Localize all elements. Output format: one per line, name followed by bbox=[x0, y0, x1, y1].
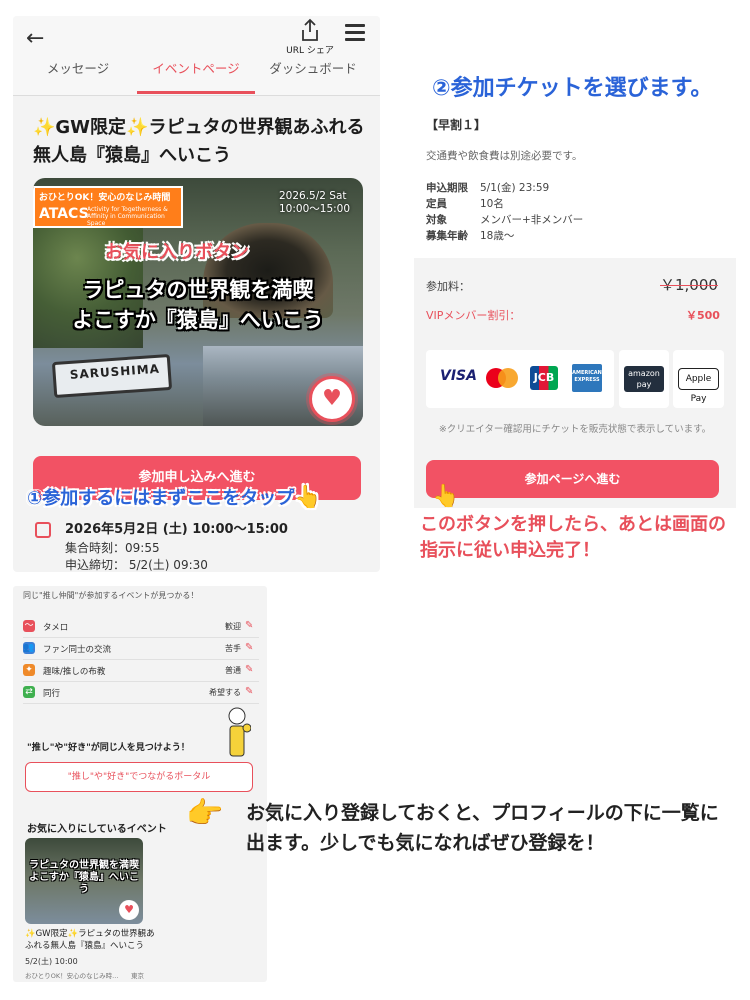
preference-value: 普通 bbox=[225, 666, 241, 675]
amazon-pay-label: amazon pay bbox=[624, 366, 664, 392]
ticket-note: 交通費や飲食費は別途必要です。 bbox=[426, 150, 583, 162]
fee-price: ￥1,000 bbox=[660, 276, 718, 294]
tap-hand-icon: 👆 bbox=[294, 485, 322, 510]
detail-value: 10名 bbox=[480, 198, 504, 210]
url-share-button[interactable]: URL シェア bbox=[283, 18, 337, 56]
proceed-to-event-button[interactable]: 参加ページへ進む bbox=[426, 460, 719, 498]
tab-dashboard[interactable]: ダッシュボード bbox=[253, 60, 373, 94]
sarushima-sign: SARUSHIMA bbox=[51, 353, 173, 399]
heart-icon[interactable]: ♥ bbox=[309, 376, 355, 422]
badge-tagline: おひとりOK！安心のなじみ時間 bbox=[39, 193, 171, 203]
vip-discount-label: VIPメンバー割引： bbox=[426, 309, 521, 322]
tab-message[interactable]: メッセージ bbox=[23, 60, 133, 94]
preference-row: 〜 タメロ 歓迎 ✎ bbox=[23, 616, 259, 638]
detail-label: 募集年齢 bbox=[426, 230, 468, 242]
megaphone-icon: ✦ bbox=[23, 664, 35, 676]
share-label: URL シェア bbox=[286, 46, 334, 56]
amazon-pay-icon: amazon pay bbox=[619, 350, 669, 408]
event-page-screen: ← URL シェア メッセージ イベントページ ダッシュボード ✨GW限定✨ラピ… bbox=[13, 16, 380, 572]
apple-pay-label: Apple Pay bbox=[678, 368, 719, 404]
detail-value: 18歳〜 bbox=[480, 230, 515, 242]
favorite-event-date: 5/2(土) 10:00 bbox=[25, 957, 78, 966]
share-icon bbox=[302, 18, 318, 41]
hero-title-line1: ラピュタの世界観を満喫 bbox=[82, 278, 314, 302]
thumbnail-title: ラピュタの世界観を満喫 よこすか『猿島』へいこう bbox=[29, 860, 139, 895]
step2-heading: ②参加チケットを選びます。 bbox=[432, 76, 713, 101]
preference-label: ファン同士の交流 bbox=[43, 645, 112, 655]
hero-date-line2: 10:00〜15:00 bbox=[279, 203, 351, 215]
preference-label: 趣味/推しの布教 bbox=[43, 667, 106, 677]
hero-date: 2026.5/2 Sat 10:00〜15:00 bbox=[279, 190, 350, 216]
preference-row: ✦ 趣味/推しの布教 普通 ✎ bbox=[23, 660, 259, 682]
card-logos: VISA JCB AMERICAN EXPRESS bbox=[426, 350, 614, 408]
jcb-icon: JCB bbox=[530, 366, 558, 390]
amex-icon: AMERICAN EXPRESS bbox=[572, 364, 602, 392]
pencil-icon[interactable]: ✎ bbox=[245, 686, 253, 697]
step1-callout: ①参加するにはまずここをタップ👆 bbox=[27, 484, 322, 510]
tab-event-page[interactable]: イベントページ bbox=[137, 60, 255, 94]
favorite-events-heading: お気に入りにしているイベント bbox=[27, 824, 167, 835]
preference-value: 歓迎 bbox=[225, 622, 241, 631]
pencil-icon[interactable]: ✎ bbox=[245, 642, 253, 653]
app-header: ← URL シェア メッセージ イベントページ ダッシュボード bbox=[13, 16, 380, 96]
preference-row: 👥 ファン同士の交流 苦手 ✎ bbox=[23, 638, 259, 660]
favorite-list-callout: お気に入り登録しておくと、プロフィールの下に一覧に出ます。少しでも気になればぜひ… bbox=[246, 802, 719, 854]
badge-logo: ATACS bbox=[39, 206, 89, 222]
event-date: 2026年5月2日 (土) 10:00〜15:00 bbox=[65, 522, 288, 537]
together-icon: ⇄ bbox=[23, 686, 35, 698]
tap-hand-icon: 👆 bbox=[432, 484, 460, 509]
portal-question: "推し"や"好き"が同じ人を見つけよう！ bbox=[27, 743, 190, 753]
hero-title-line2: よこすか『猿島』へいこう bbox=[72, 308, 324, 332]
detail-value: メンバー+非メンバー bbox=[480, 214, 584, 226]
back-arrow-icon[interactable]: ← bbox=[26, 26, 44, 51]
apple-pay-icon: Apple Pay bbox=[673, 350, 724, 408]
mascot-illustration bbox=[228, 707, 251, 757]
event-title: ✨GW限定✨ラピュタの世界観あふれる無人島『猿島』へいこう bbox=[33, 117, 365, 166]
heart-icon[interactable]: ♥ bbox=[119, 900, 139, 920]
fee-label: 参加料： bbox=[426, 280, 470, 293]
favorite-event-place: 東京 bbox=[131, 972, 144, 980]
preference-value: 苦手 bbox=[225, 644, 241, 653]
detail-label: 定員 bbox=[426, 198, 447, 210]
step1-text: ①参加するにはまずここをタップ bbox=[27, 488, 295, 509]
detail-value: 5/1(金) 23:59 bbox=[480, 182, 550, 194]
payment-methods: VISA JCB AMERICAN EXPRESS amazon pay App… bbox=[426, 350, 724, 408]
preference-row: ⇄ 同行 希望する ✎ bbox=[23, 682, 259, 704]
favorite-button-callout: お気に入りボタン bbox=[105, 242, 249, 263]
hamburger-menu-icon[interactable] bbox=[345, 24, 365, 41]
preference-label: 同行 bbox=[43, 689, 61, 699]
hero-date-line1: 2026.5/2 Sat bbox=[279, 190, 347, 202]
badge-subtitle: Activity for Togetherness & Affinity in … bbox=[87, 206, 168, 227]
visa-icon: VISA bbox=[440, 368, 477, 384]
detail-label: 対象 bbox=[426, 214, 447, 226]
calendar-icon bbox=[35, 522, 51, 538]
profile-intro: 同じ"推し仲間"が参加するイベントが見つかる！ bbox=[23, 591, 199, 600]
vip-discount-amount: ￥500 bbox=[686, 309, 720, 322]
portal-button[interactable]: "推し"や"好き"でつながるポータル bbox=[25, 762, 253, 792]
atacs-badge: おひとりOK！安心のなじみ時間 ATACS Activity for Toget… bbox=[33, 186, 183, 228]
profile-screen: 同じ"推し仲間"が参加するイベントが見つかる！ 〜 タメロ 歓迎 ✎ 👥 ファン… bbox=[13, 586, 267, 982]
step3-callout: このボタンを押したら、あとは画面の指示に従い申込完了！ bbox=[420, 514, 726, 561]
preference-label: タメロ bbox=[43, 623, 69, 633]
creator-note: ※クリエイター確認用にチケットを販売状態で表示しています。 bbox=[438, 424, 712, 435]
ticket-name: 【早割１】 bbox=[426, 118, 487, 132]
favorite-event-name[interactable]: ✨GW限定✨ラピュタの世界観あふれる無人島『猿島』へいこう bbox=[25, 928, 155, 952]
mastercard-icon bbox=[486, 368, 518, 388]
people-icon: 👥 bbox=[23, 642, 35, 654]
wave-icon: 〜 bbox=[23, 620, 35, 632]
pencil-icon[interactable]: ✎ bbox=[245, 620, 253, 631]
preference-value: 希望する bbox=[209, 688, 241, 697]
ticket-info: 【早割１】 交通費や飲食費は別途必要です。 申込期限 5/1(金) 23:59 … bbox=[414, 108, 736, 258]
detail-label: 申込期限 bbox=[426, 182, 468, 194]
ticket-purchase-panel: 参加料： ￥1,000 VIPメンバー割引： ￥500 VISA JCB AME… bbox=[414, 258, 736, 508]
meet-time: 集合時刻：09:55 bbox=[65, 541, 160, 555]
sign-text: SARUSHIMA bbox=[69, 361, 161, 382]
favorite-event-host: おひとりOK！安心のなじみ時... bbox=[25, 972, 119, 980]
pencil-icon[interactable]: ✎ bbox=[245, 664, 253, 675]
apply-deadline: 申込締切： 5/2(土) 09:30 bbox=[65, 558, 208, 572]
favorite-event-thumbnail[interactable]: ラピュタの世界観を満喫 よこすか『猿島』へいこう ♥ bbox=[25, 838, 143, 924]
pointing-hand-icon: 👉 bbox=[186, 796, 224, 831]
